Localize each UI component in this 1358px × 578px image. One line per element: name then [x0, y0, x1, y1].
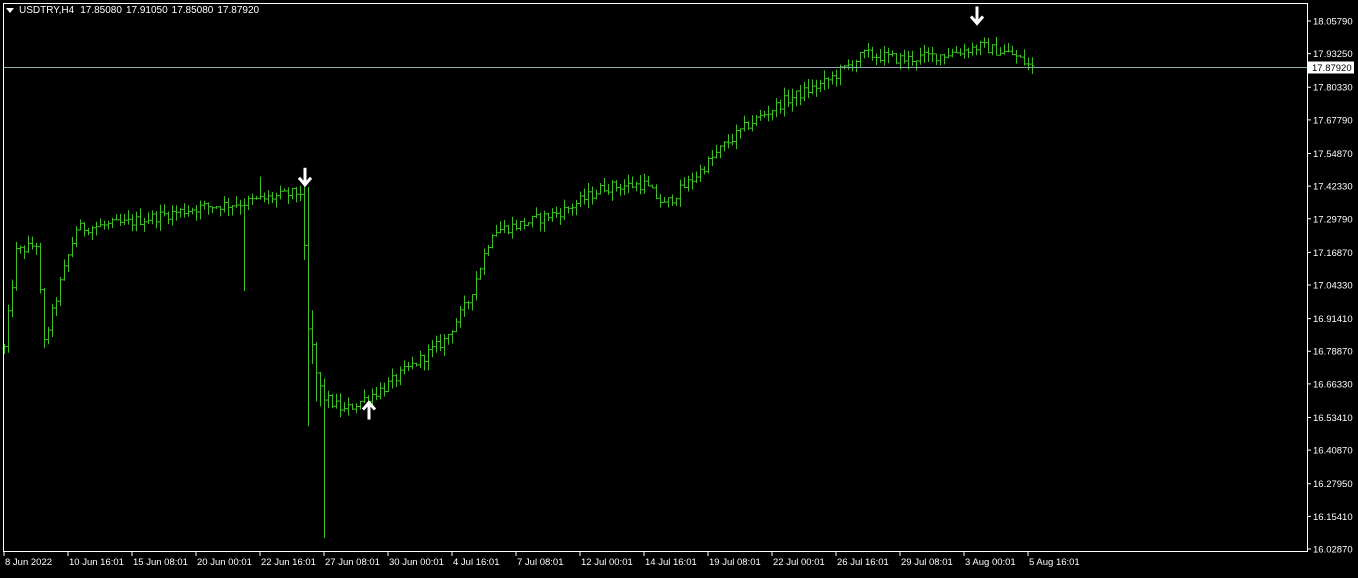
y-tick-label: 16.02870 — [1313, 545, 1353, 556]
x-tick-label: 8 Jun 2022 — [5, 557, 52, 568]
x-tick-label: 19 Jul 08:01 — [709, 557, 761, 568]
y-tick-label: 17.54870 — [1313, 149, 1353, 160]
price-chart[interactable]: 18.05790 17.93250 17.80330 17.67790 17.54870… — [0, 0, 1358, 573]
chart-background — [0, 0, 1358, 573]
y-tick-label: 17.67790 — [1313, 115, 1353, 126]
close-price: 17.87920 — [217, 4, 260, 16]
y-tick-label: 16.27950 — [1313, 479, 1353, 490]
x-tick-label: 30 Jun 00:01 — [389, 557, 444, 568]
x-tick-label: 10 Jun 16:01 — [69, 557, 124, 568]
x-tick-label: 20 Jun 00:01 — [197, 557, 252, 568]
x-tick-label: 26 Jul 16:01 — [837, 557, 889, 568]
chart-window[interactable]: 18.05790 17.93250 17.80330 17.67790 17.54870… — [0, 0, 1358, 573]
y-tick-label: 17.42330 — [1313, 182, 1353, 193]
y-tick-label: 17.93250 — [1313, 49, 1353, 60]
x-tick-label: 22 Jul 00:01 — [773, 557, 825, 568]
x-tick-label: 5 Aug 16:01 — [1029, 557, 1080, 568]
y-tick-label: 16.40870 — [1313, 446, 1353, 457]
current-price-label: 17.87920 — [1308, 61, 1354, 74]
chart-menu-triangle-icon[interactable] — [6, 7, 14, 13]
y-tick-label: 17.04330 — [1313, 281, 1353, 292]
current-price-text: 17.87920 — [1312, 63, 1352, 74]
y-tick-label: 16.66330 — [1313, 379, 1353, 390]
x-tick-label: 15 Jun 08:01 — [133, 557, 188, 568]
x-tick-label: 12 Jul 00:01 — [581, 557, 633, 568]
y-tick-label: 18.05790 — [1313, 17, 1353, 28]
high-price: 17.91050 — [125, 4, 168, 16]
low-price: 17.85080 — [171, 4, 214, 16]
y-tick-label: 17.16870 — [1313, 248, 1353, 259]
y-tick-label: 16.91410 — [1313, 314, 1353, 325]
y-tick-label: 16.15410 — [1313, 512, 1353, 523]
chart-header: USDTRY,H4 17.85080 17.91050 17.85080 17.… — [4, 2, 263, 18]
symbol-timeframe-label: USDTRY,H4 — [19, 4, 75, 16]
x-tick-label: 29 Jul 08:01 — [901, 557, 953, 568]
x-tick-label: 22 Jun 16:01 — [261, 557, 316, 568]
y-tick-label: 16.53410 — [1313, 413, 1353, 424]
y-tick-label: 17.29790 — [1313, 214, 1353, 225]
open-price: 17.85080 — [80, 4, 122, 16]
x-tick-label: 27 Jun 08:01 — [325, 557, 380, 568]
x-tick-label: 7 Jul 08:01 — [517, 557, 563, 568]
x-tick-label: 3 Aug 00:01 — [965, 557, 1016, 568]
y-tick-label: 17.80330 — [1313, 83, 1353, 94]
x-tick-label: 4 Jul 16:01 — [453, 557, 499, 568]
x-tick-label: 14 Jul 16:01 — [645, 557, 697, 568]
y-tick-label: 16.78870 — [1313, 347, 1353, 358]
